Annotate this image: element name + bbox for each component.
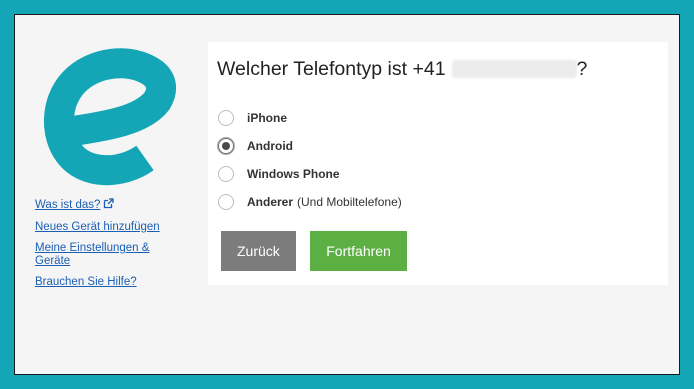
option-label: Windows Phone: [247, 167, 340, 181]
what-is-this-label: Was ist das?: [35, 199, 101, 211]
option-label: Android: [247, 139, 293, 153]
radio-android[interactable]: [218, 138, 234, 154]
radio-selected-dot: [222, 142, 230, 150]
button-row: Zurück Fortfahren: [221, 231, 417, 271]
option-label: iPhone: [247, 111, 288, 125]
option-android[interactable]: Android: [218, 132, 402, 160]
external-link-icon: [103, 198, 115, 213]
main-panel: Welcher Telefontyp ist +41? iPhone Andro…: [208, 42, 668, 285]
need-help-link[interactable]: Brauchen Sie Hilfe?: [35, 276, 195, 289]
radio-iphone[interactable]: [218, 110, 234, 126]
sidebar-links: Was ist das? Neues Gerät hinzufügen Mein…: [35, 198, 195, 289]
option-other[interactable]: Anderer (Und Mobiltelefone): [218, 188, 402, 216]
dialog-frame: Was ist das? Neues Gerät hinzufügen Mein…: [14, 14, 680, 375]
page-title: Welcher Telefontyp ist +41?: [217, 58, 587, 81]
back-button[interactable]: Zurück: [221, 231, 296, 271]
option-windows-phone[interactable]: Windows Phone: [218, 160, 402, 188]
continue-button[interactable]: Fortfahren: [310, 231, 407, 271]
what-is-this-link[interactable]: Was ist das?: [35, 198, 195, 213]
phone-type-options: iPhone Android Windows Phone Anderer (Un…: [218, 104, 402, 216]
settings-devices-link[interactable]: Meine Einstellungen & Geräte: [35, 242, 175, 268]
title-prefix: Welcher Telefontyp ist +41: [217, 58, 446, 80]
title-suffix: ?: [576, 58, 588, 80]
radio-other[interactable]: [218, 194, 234, 210]
logo: [44, 48, 177, 186]
option-sublabel: (Und Mobiltelefone): [297, 195, 402, 209]
option-iphone[interactable]: iPhone: [218, 104, 402, 132]
add-device-link[interactable]: Neues Gerät hinzufügen: [35, 221, 195, 234]
sidebar: Was ist das? Neues Gerät hinzufügen Mein…: [35, 45, 195, 297]
option-label: Anderer: [247, 195, 294, 209]
redacted-phone-number: [451, 60, 577, 78]
radio-windows-phone[interactable]: [218, 166, 234, 182]
